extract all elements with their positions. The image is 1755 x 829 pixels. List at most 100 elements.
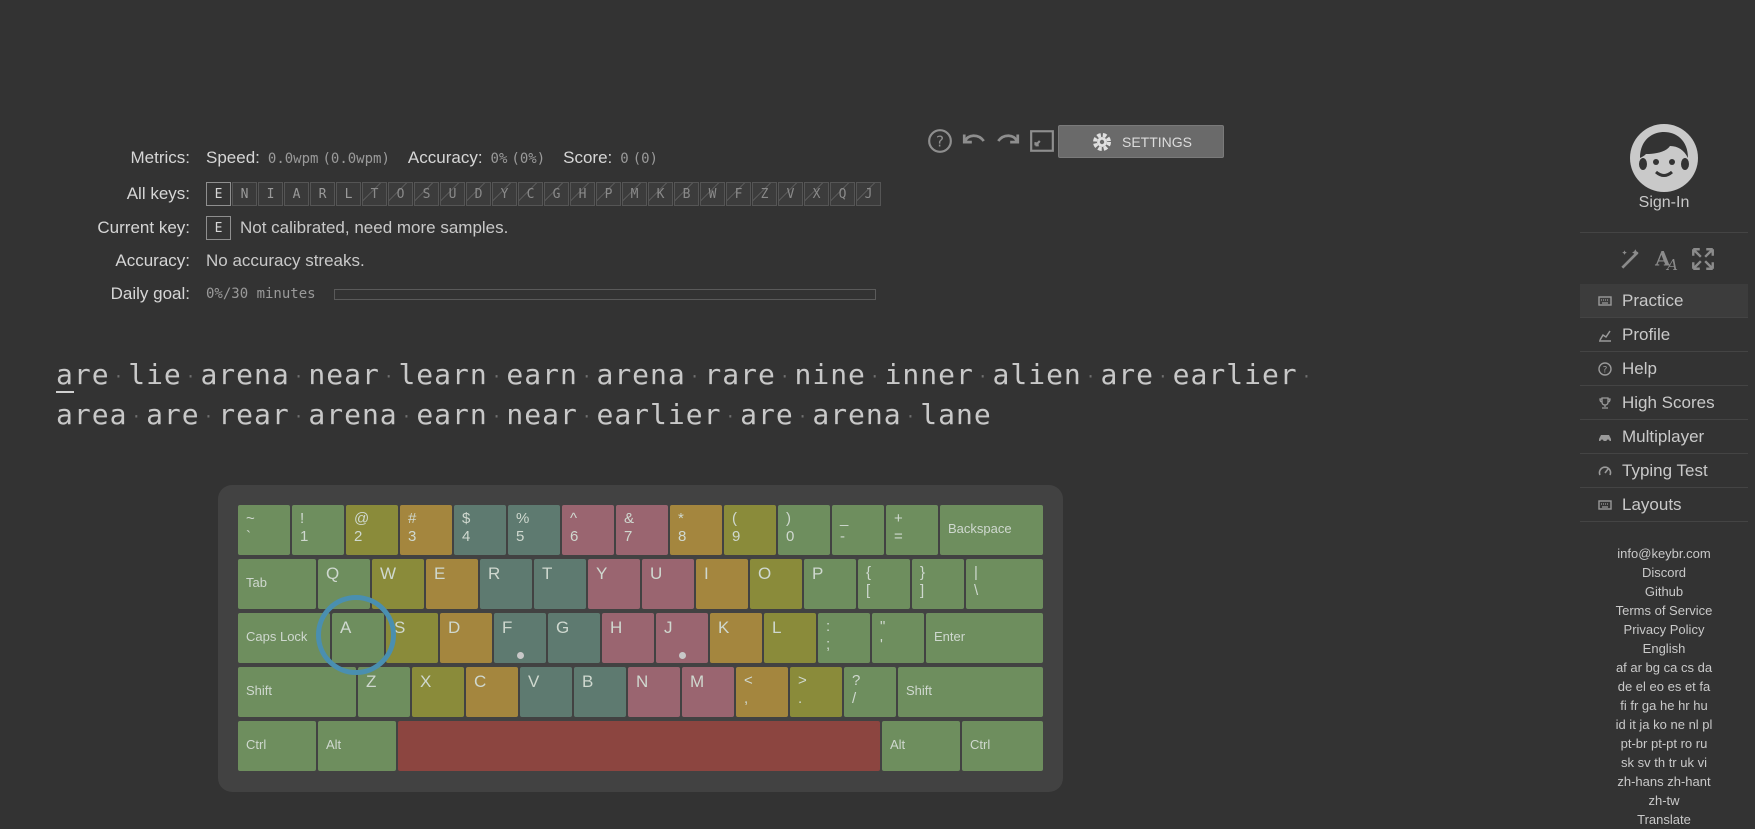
practice-word: near <box>506 398 578 431</box>
key-indicator-z: Z <box>752 182 777 206</box>
nav-divider <box>1580 521 1748 522</box>
key-2: @2 <box>346 505 398 555</box>
key-6: ^ 6 <box>562 505 614 555</box>
fullscreen-icon[interactable] <box>1028 127 1056 155</box>
settings-button[interactable]: SETTINGS <box>1058 125 1224 158</box>
practice-word: arena <box>200 358 290 391</box>
all-keys-list: ENIARLTOSUDYCGHPMKBWFZVXQJ <box>206 182 882 206</box>
space-marker: · <box>905 406 917 426</box>
accuracy-streak-value: No accuracy streaks. <box>206 251 365 270</box>
nav-profile[interactable]: Profile <box>1580 318 1748 351</box>
text-cursor: a <box>56 358 74 393</box>
key-indicator-h: H <box>570 182 595 206</box>
speed-name: Speed: <box>206 148 260 167</box>
quick-icons: AA <box>1618 246 1716 272</box>
svg-text:A: A <box>1665 256 1678 272</box>
footer-link[interactable]: zh-hans zh-hant <box>1580 772 1748 791</box>
nav-layouts[interactable]: Layouts <box>1580 488 1748 521</box>
undo-icon[interactable] <box>960 127 988 155</box>
font-icon[interactable]: AA <box>1654 246 1680 273</box>
nav-help[interactable]: ? Help <box>1580 352 1748 385</box>
key-indicator-g: G <box>544 182 569 206</box>
key-shift-right: Shift <box>898 667 1043 717</box>
key-indicator-a: A <box>284 182 309 206</box>
footer-link[interactable]: pt-br pt-pt ro ru <box>1580 734 1748 753</box>
space-marker: · <box>293 366 305 386</box>
all-keys-label: All keys: <box>126 184 190 203</box>
key-indicator-k: K <box>648 182 673 206</box>
accuracy-streak-row: Accuracy: No accuracy streaks. <box>0 251 365 271</box>
key-ctrl-left: Ctrl <box>238 721 316 771</box>
nav-practice[interactable]: Practice <box>1580 284 1748 317</box>
space-marker: · <box>491 406 503 426</box>
redo-icon[interactable] <box>994 127 1022 155</box>
footer-link[interactable]: info@keybr.com <box>1580 544 1748 563</box>
sign-in-link[interactable]: Sign-In <box>1580 194 1748 212</box>
practice-word: alien <box>992 358 1082 391</box>
nav-high-scores[interactable]: High Scores <box>1580 386 1748 419</box>
color-theme-icon[interactable] <box>1618 246 1644 272</box>
footer-link[interactable]: Privacy Policy <box>1580 620 1748 639</box>
accuracy-value: 0% <box>490 151 508 167</box>
car-icon <box>1599 434 1611 442</box>
footer-link[interactable]: id it ja ko ne nl pl <box>1580 715 1748 734</box>
key-z: Z <box>358 667 410 717</box>
footer-link[interactable]: de el eo es et fa <box>1580 677 1748 696</box>
key-x: X <box>412 667 464 717</box>
footer-link[interactable]: English <box>1580 639 1748 658</box>
practice-word: learn <box>398 358 488 391</box>
footer-link[interactable]: Terms of Service <box>1580 601 1748 620</box>
practice-word: rear <box>218 398 290 431</box>
key-indicator-l: L <box>336 182 361 206</box>
space-marker: · <box>1301 366 1313 386</box>
current-key-row: Current key: E Not calibrated, need more… <box>0 216 508 240</box>
key-indicator-p: P <box>596 182 621 206</box>
help-icon[interactable]: ? <box>926 127 954 155</box>
accuracy-metric: Accuracy: 0% (0%) <box>408 148 545 168</box>
daily-goal-progress-bar <box>333 288 876 300</box>
space-marker: · <box>779 366 791 386</box>
key-sym-0: {[ <box>858 559 910 609</box>
score-paren: (0) <box>632 151 658 167</box>
key-c: C <box>466 667 518 717</box>
key-`: ~ ` <box>238 505 290 555</box>
space-marker: · <box>977 366 989 386</box>
footer-link[interactable]: fi fr ga he hr hu <box>1580 696 1748 715</box>
key-9: (9 <box>724 505 776 555</box>
key-r: R <box>480 559 532 609</box>
footer-link[interactable]: Discord <box>1580 563 1748 582</box>
practice-word: earlier <box>596 398 722 431</box>
chart-icon <box>1599 330 1611 342</box>
home-bump <box>679 652 686 659</box>
space-marker: · <box>581 366 593 386</box>
space-marker: · <box>689 366 701 386</box>
expand-icon[interactable] <box>1690 246 1716 272</box>
practice-text-line-1[interactable]: are · lie · arena · near · learn · earn · arena · rare… <box>56 358 1316 393</box>
practice-word: arena <box>596 358 686 391</box>
key-sym4-1: >. <box>790 667 842 717</box>
gauge-icon <box>1598 465 1612 475</box>
footer-link[interactable]: af ar bg ca cs da <box>1580 658 1748 677</box>
key-f: F <box>494 613 546 663</box>
practice-word: earn <box>416 398 488 431</box>
footer-link[interactable]: sk sv th tr uk vi <box>1580 753 1748 772</box>
key-indicator-x: X <box>804 182 829 206</box>
avatar-icon[interactable] <box>1630 124 1698 192</box>
key-indicator-e: E <box>206 182 231 206</box>
footer-link[interactable]: zh-tw <box>1580 791 1748 810</box>
score-metric: Score: 0 (0) <box>563 148 658 168</box>
key-indicator-b: B <box>674 182 699 206</box>
accuracy-name: Accuracy: <box>407 148 483 167</box>
key-u: U <box>642 559 694 609</box>
footer-link[interactable]: Translate <box>1580 810 1748 829</box>
nav-typing-test[interactable]: Typing Test <box>1580 454 1748 487</box>
accuracy-streak-label: Accuracy: <box>115 251 190 270</box>
space-marker: · <box>113 366 125 386</box>
space-marker: · <box>185 366 197 386</box>
footer-link[interactable]: Github <box>1580 582 1748 601</box>
key-m: M <box>682 667 734 717</box>
lesson-toolbar: ? <box>926 124 1056 158</box>
speed-paren: (0.0wpm) <box>322 151 390 167</box>
nav-multiplayer[interactable]: Multiplayer <box>1580 420 1748 453</box>
practice-text-line-2[interactable]: area · are · rear · arena · earn · near · earlier · ar… <box>56 398 992 431</box>
